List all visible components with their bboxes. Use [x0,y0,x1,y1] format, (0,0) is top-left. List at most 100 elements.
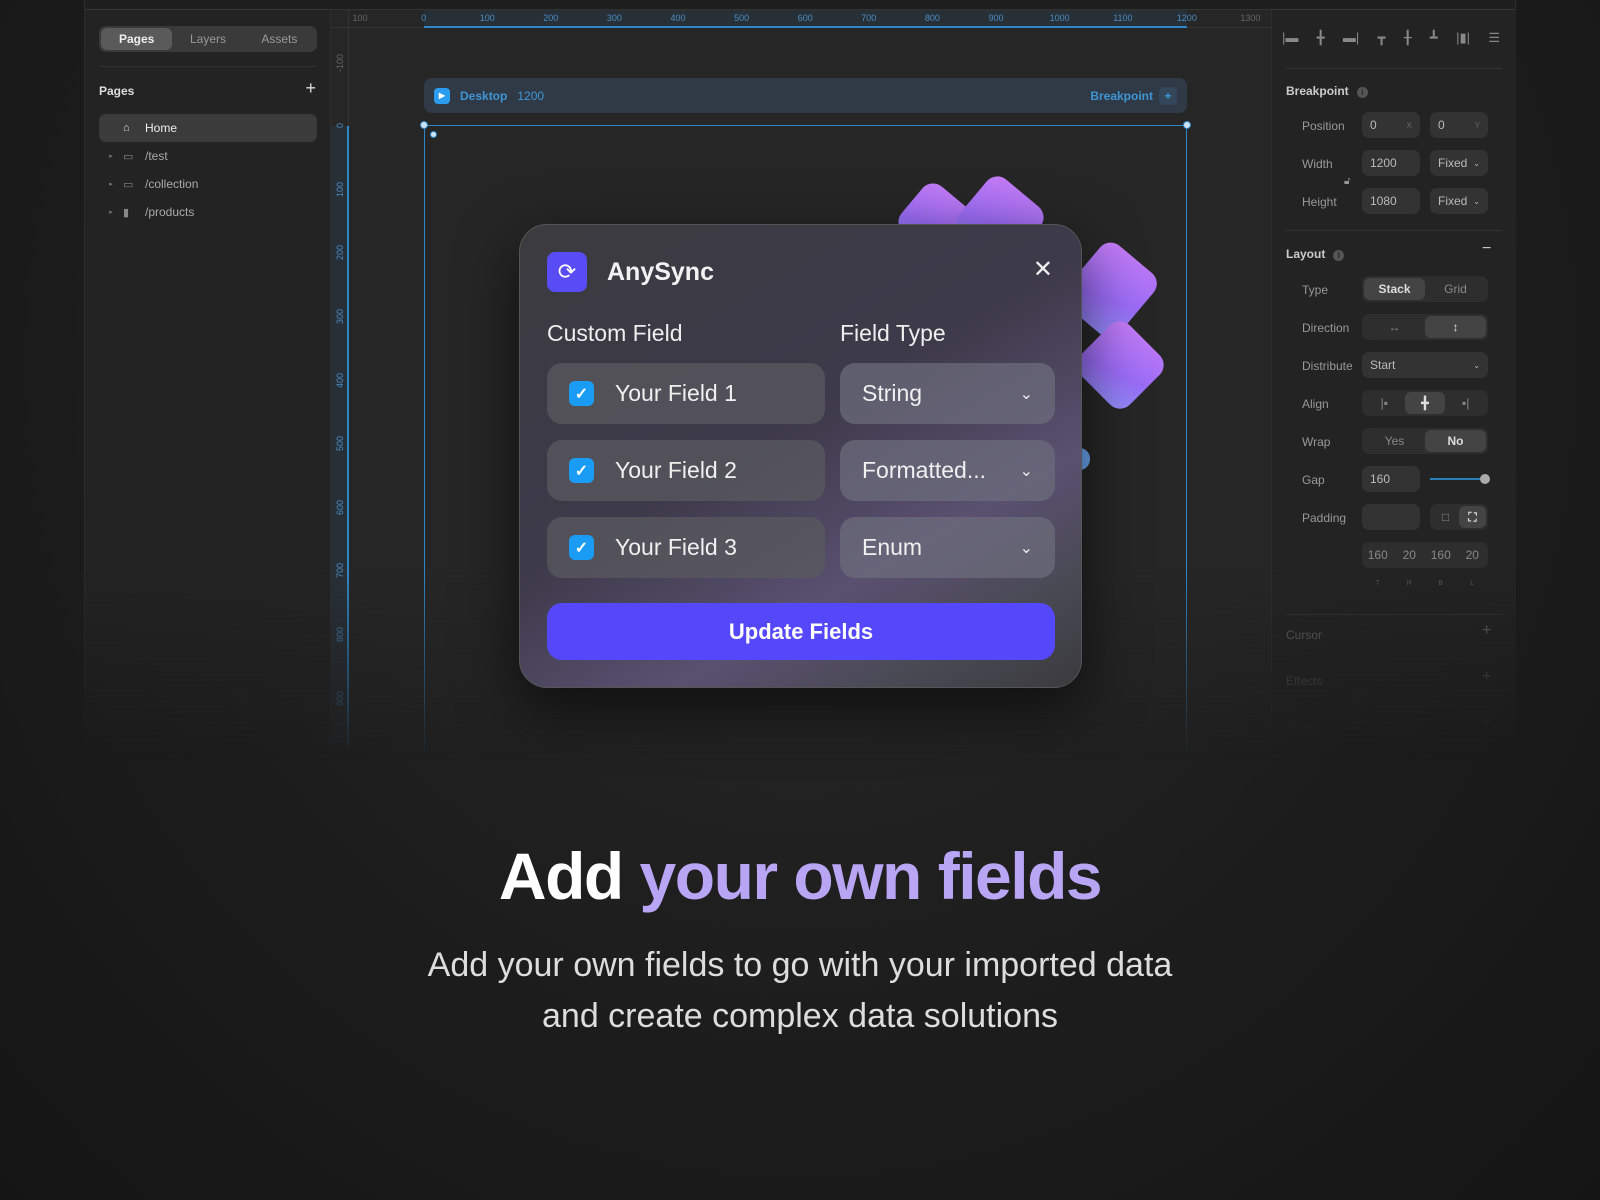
anysync-logo-sync-icon: ⟳ [547,252,587,292]
vertical-arrow-icon[interactable]: ↕ [1425,316,1486,338]
page-item-home[interactable]: ⌂ Home [99,114,317,142]
hero-headline: Add your own fields [498,839,1103,913]
horizontal-ruler: 100 0 100 200 300 400 500 600 700 800 900 1000 1100 1… [331,10,1271,28]
anysync-dialog: ⟳ AnySync ✕ Custom Field Field Type ✓ You… [519,224,1082,688]
add-breakpoint-label[interactable]: Breakpoint [1090,89,1153,103]
styles-section[interactable]: Styles [1286,720,1319,734]
align-center-v-icon[interactable]: ╂ [1404,30,1412,46]
type-grid-option[interactable]: Grid [1425,278,1486,300]
align-center-h-icon[interactable]: ╋ [1317,30,1325,46]
align-left-icon[interactable]: |▬ [1282,30,1298,46]
align-end-icon[interactable]: ▪| [1445,392,1486,414]
resize-handle[interactable] [1183,121,1191,129]
hero-subtitle: Add your own fields to go with your impo… [427,946,1173,1035]
chevron-down-icon: ⌄ [1473,360,1480,370]
ruler-tick-label: 0 [335,123,345,129]
gap-label: Gap [1302,473,1325,487]
right-panel: |▬ ╋ ▬| ┳ ╂ ┻ |▮| ☰ Breakpoint i Position… [1271,10,1517,760]
wrap-no-option[interactable]: No [1425,430,1486,452]
padding-values: 160 20 160 20 [1362,542,1488,568]
effects-section[interactable]: Effects [1286,674,1322,688]
origin-handle[interactable] [430,131,437,138]
expand-caret-icon[interactable]: ▸ [99,208,123,216]
align-bottom-icon[interactable]: ┻ [1430,30,1438,46]
add-effect-plus-icon[interactable]: + [1482,668,1491,686]
info-icon[interactable]: i [1356,87,1368,98]
folder-icon: ▭ [123,178,134,191]
type-stack-option[interactable]: Stack [1364,278,1425,300]
horizontal-arrow-icon[interactable]: ↔ [1364,316,1425,338]
checkbox-checked-icon[interactable]: ✓ [569,535,594,560]
divider [1286,68,1502,69]
align-start-icon[interactable]: |▪ [1364,392,1405,414]
padding-top-input[interactable]: 160 [1362,542,1394,568]
dialog-title: AnySync [607,258,714,286]
tab-layers[interactable]: Layers [172,28,243,50]
expand-caret-icon[interactable]: ▸ [99,152,123,160]
alignment-toolbar: |▬ ╋ ▬| ┳ ╂ ┻ |▮| ☰ [1282,30,1500,46]
gap-slider-track[interactable] [1430,478,1484,480]
info-icon[interactable]: i [1333,250,1345,261]
height-input[interactable]: 1080 [1362,188,1420,214]
page-label: /test [145,149,168,163]
expand-caret-icon[interactable]: ▸ [99,180,123,188]
individual-padding-icon[interactable]: ⛶ [1459,506,1486,528]
add-cursor-plus-icon[interactable]: + [1482,622,1491,640]
gap-input[interactable]: 160 [1362,466,1420,492]
aspect-lock-icon[interactable]: 🔓︎ [1344,176,1350,187]
align-top-icon[interactable]: ┳ [1378,30,1386,46]
position-x-input[interactable]: 0X [1362,112,1420,138]
breakpoint-width: 1200 [517,88,545,103]
divider [99,66,317,67]
field-row-1[interactable]: ✓ Your Field 1 [547,363,825,424]
padding-bottom-input[interactable]: 160 [1425,542,1457,568]
collapse-minus-icon[interactable]: − [1482,240,1491,258]
breakpoint-bar[interactable]: ▶ Desktop 1200 Breakpoint + [424,78,1187,113]
resize-handle[interactable] [420,121,428,129]
distribute-h-icon[interactable]: |▮| [1456,30,1470,46]
checkbox-checked-icon[interactable]: ✓ [569,381,594,406]
close-icon[interactable]: ✕ [1033,255,1053,284]
distribute-v-icon[interactable]: ☰ [1488,30,1500,46]
wrap-yes-option[interactable]: Yes [1364,430,1425,452]
tab-assets[interactable]: Assets [244,28,315,50]
padding-right-input[interactable]: 20 [1394,542,1426,568]
page-item-collection[interactable]: ▸ ▭ /collection [99,170,317,198]
uniform-padding-icon[interactable]: □ [1432,506,1459,528]
ruler-tick-label: 600 [335,499,345,515]
page-item-test[interactable]: ▸ ▭ /test [99,142,317,170]
update-fields-button[interactable]: Update Fields [547,603,1055,660]
ruler-tick-label: 100 [352,13,368,23]
cursor-section[interactable]: Cursor [1286,628,1322,642]
vertical-ruler: -100 0 100 200 300 400 500 600 700 800 900 [331,10,349,760]
chevron-down-icon: ⌄ [1473,196,1480,206]
page-item-products[interactable]: ▸ ▮ /products [99,198,317,226]
field-type-select-1[interactable]: String ⌄ [840,363,1055,424]
align-right-icon[interactable]: ▬| [1343,30,1359,46]
height-mode-select[interactable]: Fixed ⌄ [1430,188,1488,214]
padding-left-input[interactable]: 20 [1457,542,1489,568]
add-style-plus-icon[interactable]: + [1482,714,1491,732]
distribute-label: Distribute [1302,359,1353,373]
page-label: /products [145,205,195,219]
padding-input[interactable] [1362,504,1420,530]
field-row-2[interactable]: ✓ Your Field 2 [547,440,825,501]
distribute-select[interactable]: Start ⌄ [1362,352,1488,378]
play-icon[interactable]: ▶ [434,87,450,104]
position-y-input[interactable]: 0Y [1430,112,1488,138]
checkbox-checked-icon[interactable]: ✓ [569,458,594,483]
field-type-select-3[interactable]: Enum ⌄ [840,517,1055,578]
ruler-tick-label: -100 [335,53,345,72]
page-label: /collection [145,177,199,191]
field-type-select-2[interactable]: Formatted... ⌄ [840,440,1055,501]
add-breakpoint-plus-icon[interactable]: + [1159,86,1177,105]
width-mode-select[interactable]: Fixed ⌄ [1430,150,1488,176]
add-page-plus-icon[interactable]: + [305,78,316,99]
tab-pages[interactable]: Pages [101,28,173,50]
field-type-value: String [862,380,923,406]
field-row-3[interactable]: ✓ Your Field 3 [547,517,825,578]
divider [1286,230,1502,231]
gap-slider-handle[interactable] [1480,474,1490,484]
width-input[interactable]: 1200 [1362,150,1420,176]
align-center-icon[interactable]: ╋ [1404,392,1446,414]
